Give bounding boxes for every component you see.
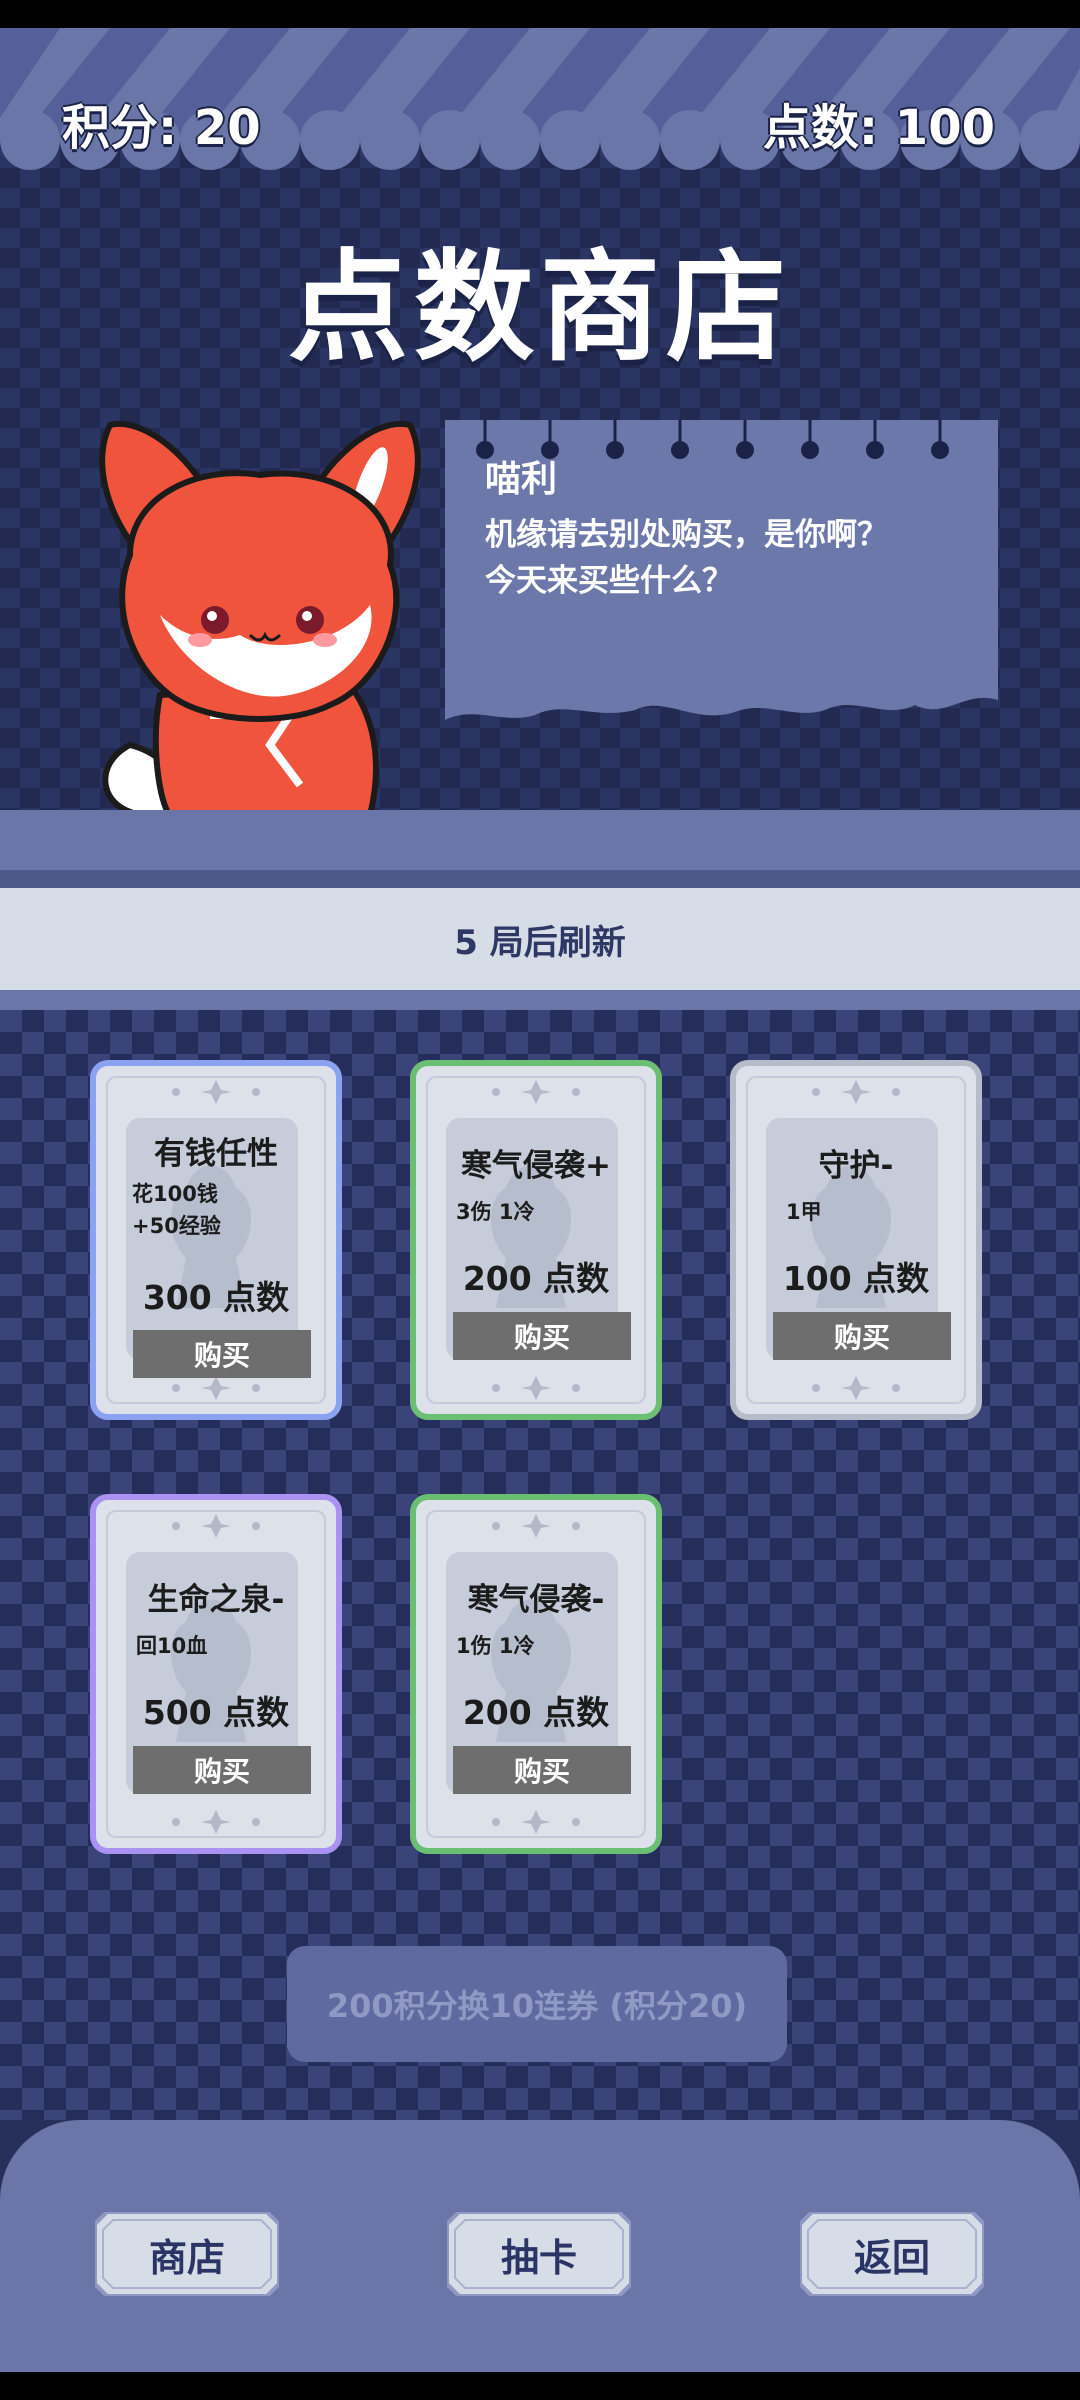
card-price: 100 点数 [782,1259,930,1298]
npc-dialog-line: 机缘请去别处购买，是你啊？ [485,517,888,553]
card-description: 3伤 1冷 [456,1200,535,1224]
fox-shopkeeper-avatar [99,420,421,815]
npc-dialog-line: 今天来买些什么？ [485,563,733,599]
card-description: 1伤 1冷 [456,1634,535,1658]
divider-band [0,810,1080,870]
npc-dialog: 机缘请去别处购买，是你啊？ 今天来买些什么？ [485,512,965,604]
card-name: 寒气侵袭+ [461,1148,611,1184]
card-description: 回10血 [136,1634,208,1658]
buy-button[interactable]: 购买 [133,1330,311,1378]
card-price: 300 点数 [142,1278,290,1317]
card-price: 200 点数 [462,1259,610,1298]
buy-button[interactable]: 购买 [133,1746,311,1794]
shop-card[interactable]: 守护- 1甲 100 点数 购买 [730,1060,982,1420]
buy-button[interactable]: 购买 [453,1746,631,1794]
card-ornament-icon [172,1080,260,1104]
nav-shop-label: 商店 [148,2235,225,2280]
nav-shop-button[interactable]: 商店 [95,2212,279,2296]
score-counter: 积分: 20 [62,100,261,156]
buy-button[interactable]: 购买 [453,1312,631,1360]
card-name: 有钱任性 [154,1136,278,1172]
shop-card[interactable]: 有钱任性 花100钱 +50经验 300 点数 购买 [90,1060,342,1420]
nav-gacha-button[interactable]: 抽卡 [447,2212,631,2296]
card-ornament-icon [492,1810,580,1834]
divider-band [0,870,1080,888]
exchange-ticket-button[interactable]: 200积分换10连券 (积分20) [287,1946,787,2062]
card-ornament-icon [172,1810,260,1834]
card-ornament-icon [812,1080,900,1104]
shop-card[interactable]: 生命之泉- 回10血 500 点数 购买 [90,1494,342,1854]
card-ornament-icon [492,1080,580,1104]
status-bar [0,0,1080,28]
card-price: 500 点数 [142,1693,290,1732]
nav-gacha-label: 抽卡 [500,2235,577,2280]
card-name: 生命之泉- [147,1582,285,1618]
nav-back-button[interactable]: 返回 [800,2212,984,2296]
navigation-bar [0,2372,1080,2400]
card-description: 1甲 [786,1200,822,1224]
divider-band [0,990,1080,1010]
card-ornament-icon [812,1376,900,1400]
shop-card[interactable]: 寒气侵袭- 1伤 1冷 200 点数 购买 [410,1494,662,1854]
refresh-timer: 5 局后刷新 [0,888,1080,990]
card-ornament-icon [492,1514,580,1538]
card-name: 守护- [818,1148,894,1184]
card-price: 200 点数 [462,1693,610,1732]
card-ornament-icon [492,1376,580,1400]
card-description-line: +50经验 [132,1214,221,1238]
page-title: 点数商店 [288,239,792,378]
buy-button[interactable]: 购买 [773,1312,951,1360]
card-ornament-icon [172,1376,260,1400]
card-description-line: 花100钱 [132,1182,218,1206]
card-ornament-icon [172,1514,260,1538]
points-counter: 点数: 100 [762,100,995,156]
npc-name: 喵利 [485,459,558,500]
card-description: 花100钱 +50经验 [132,1178,322,1242]
nav-back-label: 返回 [853,2235,930,2280]
shop-card[interactable]: 寒气侵袭+ 3伤 1冷 200 点数 购买 [410,1060,662,1420]
card-name: 寒气侵袭- [467,1582,605,1618]
